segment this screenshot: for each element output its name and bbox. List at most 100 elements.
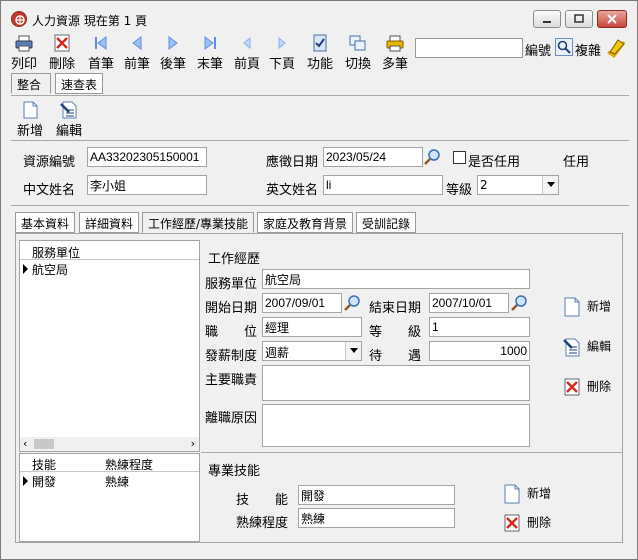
multi-record-button[interactable]: 多筆 [382,34,408,72]
magnifier-icon [511,295,527,311]
first-record-button[interactable]: 首筆 [88,34,114,72]
switch-label: 切換 [345,57,372,72]
end-date-lookup-button[interactable] [511,294,529,312]
tab-detail-info[interactable]: 詳細資料 [79,212,140,233]
resource-id-label: 資源編號 [23,155,76,170]
delete-button[interactable]: 刪除 [49,34,75,72]
start-date-field[interactable] [262,293,342,313]
work-grid-row-0[interactable]: 航空局 [32,261,68,278]
grade-select[interactable]: 2 [477,175,559,195]
window-title: 人力資源 現在第 1 頁 [32,14,148,28]
work-new-label: 新增 [587,299,612,314]
pay-system-select[interactable]: 週薪 [262,341,362,361]
skill-grid-row-0-level[interactable]: 熟練 [105,473,129,490]
tab-quick-lookup[interactable]: 速查表 [55,73,103,94]
view-tabs-divider [11,95,629,96]
skill-grid-row-0-skill[interactable]: 開發 [32,473,56,490]
skill-new-button[interactable]: 新增 [503,484,551,504]
unit-field[interactable] [262,269,530,289]
proficiency-label: 熟練程度 [236,516,289,531]
new-document-icon [504,484,520,504]
skill-field[interactable] [298,485,455,505]
print-button[interactable]: 列印 [11,34,37,72]
work-new-button[interactable]: 新增 [563,297,611,317]
proficiency-field[interactable] [298,508,455,528]
grade-label: 等級 [446,183,473,198]
pencil-check-icon [607,39,626,59]
chinese-name-field[interactable] [87,175,207,195]
new-document-icon [564,297,580,317]
new-record-button[interactable]: 新增 [17,101,43,139]
edit-record-button[interactable]: 編輯 [56,101,82,139]
salary-field[interactable] [429,341,530,361]
new-record-label: 新增 [17,124,44,139]
work-edit-button[interactable]: 編輯 [563,337,611,357]
skill-grid[interactable]: 技能 熟練程度 開發 熟練 [19,453,200,542]
english-name-label: 英文姓名 [266,183,319,198]
delete-icon [564,378,580,396]
next-page-button[interactable]: 下頁 [269,34,295,72]
skill-delete-label: 刪除 [527,515,552,530]
magnifier-icon [424,149,440,165]
scroll-right-icon[interactable]: › [191,437,195,450]
prev-page-icon [243,36,251,50]
grid-header-line [20,259,199,260]
tab-basic-info[interactable]: 基本資料 [15,212,76,233]
level-field[interactable] [429,317,530,337]
next-record-button[interactable]: 後筆 [160,34,186,72]
switch-button[interactable]: 切換 [345,34,371,72]
minimize-icon [543,21,551,23]
search-button[interactable] [555,38,573,56]
tab-integrated[interactable]: 整合 [11,73,51,94]
duty-field[interactable] [262,365,530,401]
function-icon [313,34,327,52]
prev-record-button[interactable]: 前筆 [124,34,150,72]
work-edit-label: 編輯 [587,339,612,354]
last-record-button[interactable]: 末筆 [197,34,223,72]
function-label: 功能 [307,57,334,72]
next-page-label: 下頁 [269,57,296,72]
copy-button[interactable] [605,38,627,59]
reason-field[interactable] [262,404,530,447]
resource-id-field[interactable] [87,147,207,167]
switch-icon [349,35,366,51]
pay-system-value: 週薪 [265,346,290,360]
copy-label: 複雜 [575,44,602,59]
tab-family-education[interactable]: 家庭及教育背景 [257,212,354,233]
tab-work-experience[interactable]: 工作經歷/專業技能 [142,212,255,233]
end-date-field[interactable] [429,293,509,313]
grid-header-line [20,471,199,472]
delete-label: 刪除 [49,57,76,72]
close-button[interactable] [597,10,627,28]
work-grid-scrollbar[interactable]: ‹ › [20,437,199,451]
position-label: 職 位 [205,325,258,340]
close-icon [607,14,617,24]
maximize-button[interactable] [565,10,593,28]
next-record-icon [168,36,178,50]
position-field[interactable] [262,317,362,337]
apply-date-label: 應徵日期 [266,155,319,170]
header-divider [11,205,629,206]
apply-date-field[interactable] [323,147,423,167]
function-button[interactable]: 功能 [307,34,333,72]
scroll-left-icon[interactable]: ‹ [23,437,27,450]
duty-label: 主要職責 [205,373,258,388]
scroll-thumb[interactable] [34,439,54,449]
start-date-lookup-button[interactable] [344,294,362,312]
work-delete-label: 刪除 [587,379,612,394]
tab-training-record[interactable]: 受訓記錄 [356,212,417,233]
new-document-icon [23,101,38,119]
reason-label: 離職原因 [205,411,258,426]
minimize-button[interactable] [533,10,561,28]
work-delete-button[interactable]: 刪除 [563,377,611,397]
apply-date-lookup-button[interactable] [424,148,442,166]
next-record-label: 後筆 [160,57,187,72]
work-grid[interactable]: 服務單位 航空局 ‹ › [19,240,200,452]
prev-page-button[interactable]: 前頁 [234,34,260,72]
skill-delete-button[interactable]: 刪除 [503,513,551,533]
search-input[interactable] [415,38,523,58]
english-name-field[interactable] [323,175,443,195]
prev-record-label: 前筆 [124,57,151,72]
edit-document-icon [60,101,77,119]
hired-checkbox[interactable] [453,151,466,164]
